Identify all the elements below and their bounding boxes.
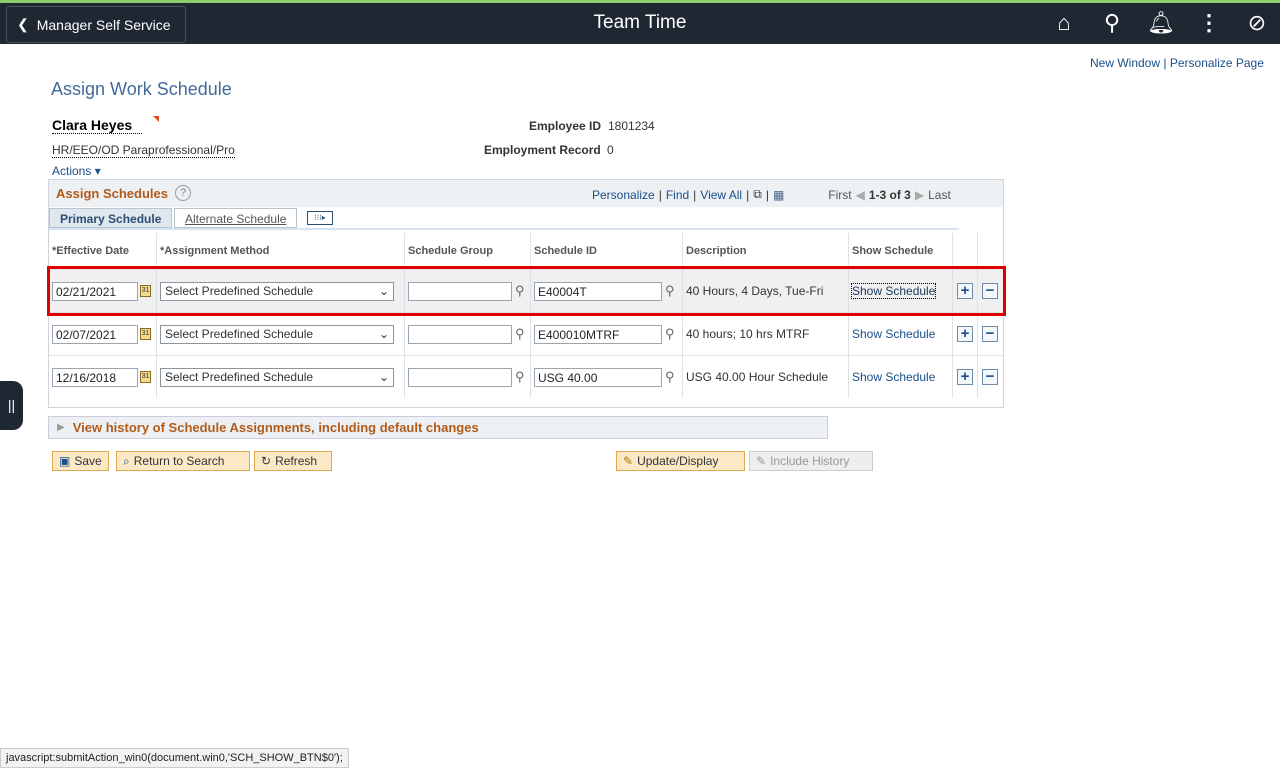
highlight-box bbox=[47, 266, 1006, 316]
bell-icon[interactable]: 🔔︎ bbox=[1147, 10, 1175, 36]
next-icon[interactable]: ▶ bbox=[915, 188, 924, 202]
lookup-icon[interactable]: ⚲ bbox=[515, 369, 525, 385]
col-schedule-id: Schedule ID bbox=[531, 233, 683, 269]
last-label[interactable]: Last bbox=[928, 188, 951, 202]
effective-date-input[interactable]: 12/16/2018 bbox=[52, 367, 138, 387]
add-row-icon[interactable]: + bbox=[957, 369, 973, 385]
expand-triangle-icon: ▶ bbox=[57, 422, 65, 433]
side-panel-toggle[interactable]: || bbox=[0, 381, 23, 430]
tab-primary-schedule[interactable]: Primary Schedule bbox=[49, 208, 173, 228]
download-excel-icon[interactable]: ▦ bbox=[773, 188, 784, 202]
table-row: 02/07/2021 31 Select Predefined Schedule ⌄… bbox=[49, 312, 1003, 355]
include-history-button[interactable]: ✎ Include History bbox=[749, 451, 873, 471]
lookup-icon[interactable]: ⚲ bbox=[665, 326, 675, 342]
page-title: Assign Work Schedule bbox=[51, 79, 232, 99]
schedule-group-input[interactable] bbox=[408, 324, 512, 344]
chevron-down-icon: ⌄ bbox=[378, 370, 389, 384]
calendar-icon[interactable]: 31 bbox=[140, 371, 151, 383]
delete-row-icon[interactable]: − bbox=[982, 326, 998, 342]
description: USG 40.00 Hour Schedule bbox=[686, 370, 829, 384]
zoom-grid-icon[interactable]: ⧉ bbox=[753, 187, 762, 202]
col-description: Description bbox=[683, 233, 849, 269]
first-label[interactable]: First bbox=[828, 188, 851, 202]
personalize-link[interactable]: Personalize bbox=[592, 188, 655, 202]
chevron-down-icon: ⌄ bbox=[378, 327, 389, 341]
calendar-icon[interactable]: 31 bbox=[140, 328, 151, 340]
app-title: Team Time bbox=[593, 12, 687, 33]
return-to-search-button[interactable]: ⌕ Return to Search bbox=[116, 451, 250, 471]
refresh-button[interactable]: ↻ Refresh bbox=[254, 451, 332, 471]
separator: | bbox=[1163, 56, 1167, 70]
show-schedule-link[interactable]: Show Schedule bbox=[852, 327, 935, 341]
update-display-button[interactable]: ✎ Update/Display bbox=[616, 451, 745, 471]
actions-menu[interactable]: Actions ▾ bbox=[52, 164, 101, 178]
new-window-link[interactable]: New Window bbox=[1090, 56, 1160, 70]
col-assignment-method: *Assignment Method bbox=[157, 233, 405, 269]
schedule-id-input[interactable]: E400010MTRF bbox=[534, 324, 662, 344]
assignment-method-select[interactable]: Select Predefined Schedule ⌄ bbox=[160, 367, 394, 387]
employee-id-value: 1801234 bbox=[608, 119, 655, 133]
previous-icon[interactable]: ◀ bbox=[856, 188, 865, 202]
lookup-icon[interactable]: ⚲ bbox=[515, 326, 525, 342]
history-icon: ✎ bbox=[756, 454, 767, 468]
related-content-marker[interactable] bbox=[153, 116, 159, 122]
save-button[interactable]: ▣ Save bbox=[52, 451, 109, 471]
lookup-icon[interactable]: ⚲ bbox=[665, 369, 675, 385]
grid-title: Assign Schedules bbox=[56, 186, 168, 201]
employment-record-label: Employment Record bbox=[484, 143, 601, 157]
help-icon[interactable]: ? bbox=[175, 185, 191, 201]
add-row-icon[interactable]: + bbox=[957, 326, 973, 342]
schedule-group-input[interactable] bbox=[408, 367, 512, 387]
row-range: 1-3 of 3 bbox=[868, 187, 911, 202]
return-search-icon: ⌕ bbox=[123, 453, 130, 468]
col-effective-date: *Effective Date bbox=[49, 233, 157, 269]
delete-row-icon[interactable]: − bbox=[982, 369, 998, 385]
search-icon[interactable]: ⚲ bbox=[1099, 10, 1125, 36]
employment-record-value: 0 bbox=[607, 143, 614, 157]
col-show-schedule: Show Schedule bbox=[849, 233, 953, 269]
tab-alternate-schedule[interactable]: Alternate Schedule bbox=[174, 208, 298, 228]
table-row: 12/16/2018 31 Select Predefined Schedule ⌄… bbox=[49, 355, 1003, 398]
view-all-link[interactable]: View All bbox=[700, 188, 742, 202]
status-bar: javascript:submitAction_win0(document.wi… bbox=[0, 748, 349, 768]
more-vertical-icon[interactable]: ⋮ bbox=[1196, 10, 1222, 36]
show-schedule-link[interactable]: Show Schedule bbox=[852, 370, 935, 384]
top-bar: ❮ Manager Self Service Team Time ⌂ ⚲ 🔔︎ ⋮… bbox=[0, 0, 1280, 44]
home-icon[interactable]: ⌂ bbox=[1051, 10, 1077, 36]
personalize-page-link[interactable]: Personalize Page bbox=[1170, 56, 1264, 70]
col-schedule-group: Schedule Group bbox=[405, 233, 531, 269]
save-icon: ▣ bbox=[59, 454, 71, 468]
compass-icon[interactable]: ⊘ bbox=[1244, 10, 1270, 36]
description: 40 hours; 10 hrs MTRF bbox=[686, 327, 810, 341]
update-icon: ✎ bbox=[623, 454, 634, 468]
show-all-columns-icon[interactable]: ⁝⁝⁝▸ bbox=[307, 211, 333, 225]
refresh-icon: ↻ bbox=[261, 454, 272, 468]
job-title[interactable]: HR/EEO/OD Paraprofessional/Pro bbox=[52, 143, 235, 158]
history-collapsible[interactable]: ▶ View history of Schedule Assignments, … bbox=[48, 416, 828, 439]
schedule-id-input[interactable]: USG 40.00 bbox=[534, 367, 662, 387]
employee-name[interactable]: Clara Heyes bbox=[52, 117, 143, 134]
effective-date-input[interactable]: 02/07/2021 bbox=[52, 324, 138, 344]
employee-id-label: Employee ID bbox=[529, 119, 602, 133]
assignment-method-select[interactable]: Select Predefined Schedule ⌄ bbox=[160, 324, 394, 344]
find-link[interactable]: Find bbox=[666, 188, 689, 202]
